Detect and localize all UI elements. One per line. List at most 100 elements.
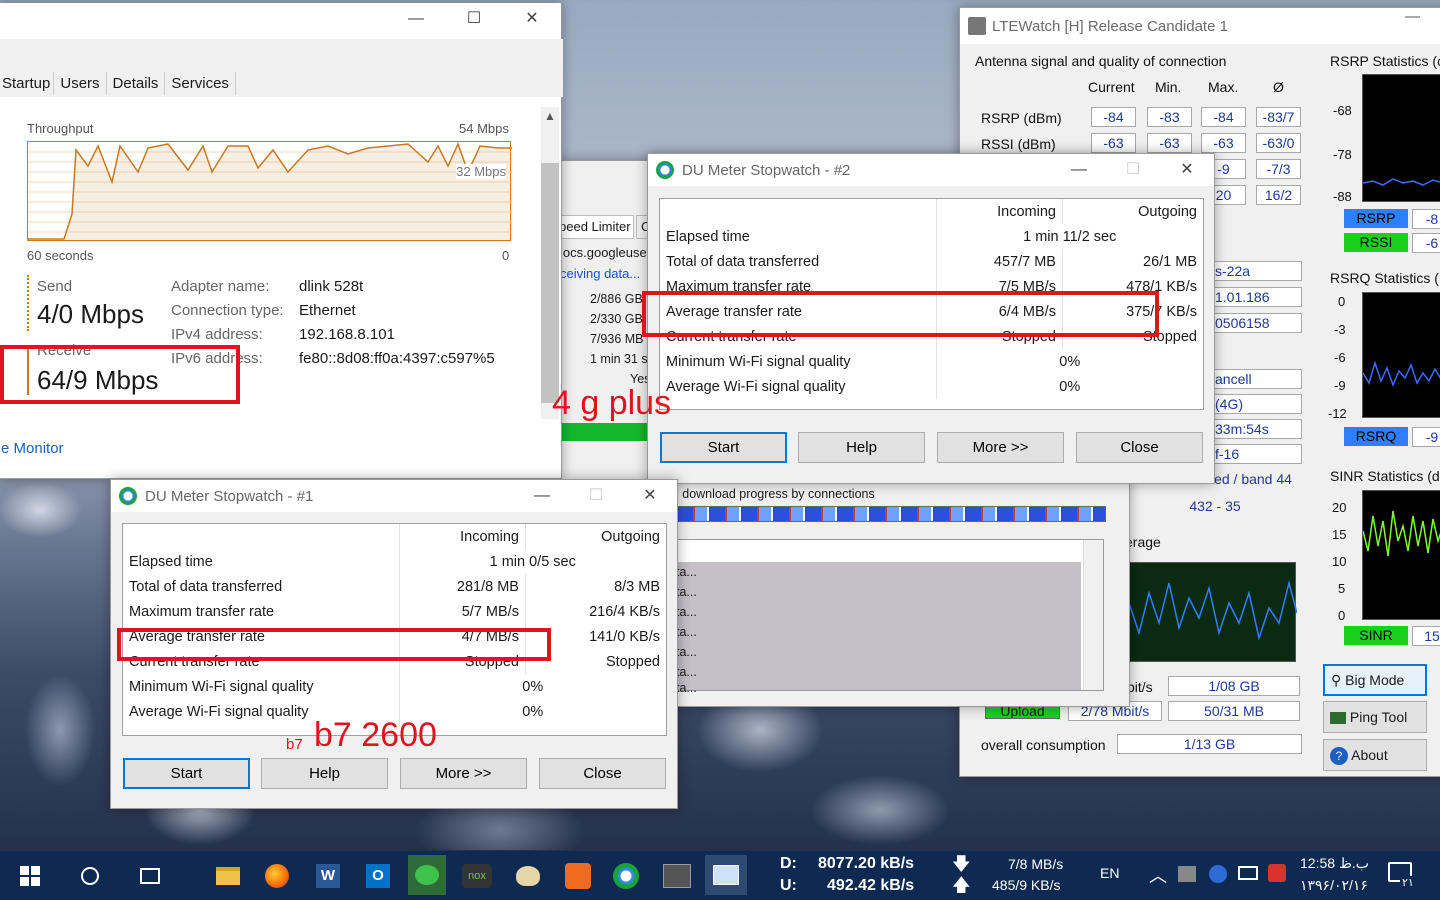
tm-scrollbar-thumb[interactable] bbox=[541, 163, 559, 403]
du1-total-label: Total of data transferred bbox=[123, 574, 400, 599]
minimize-icon[interactable]: — bbox=[1405, 8, 1420, 25]
rsrp-tick: -88 bbox=[1333, 189, 1352, 204]
app-orange-icon[interactable] bbox=[560, 858, 596, 894]
tm-max-label: 54 Mbps bbox=[459, 121, 509, 136]
clock-date[interactable]: ۱۳۹۶/۰۲/۱۶ bbox=[1300, 877, 1368, 894]
scroll-up-icon[interactable]: ▲ bbox=[544, 109, 556, 123]
dm-list-item: ta... bbox=[676, 645, 697, 659]
highlight-du1-average bbox=[117, 628, 551, 661]
network-tray-icon[interactable] bbox=[1238, 866, 1258, 880]
dm-list[interactable] bbox=[672, 539, 1104, 691]
language-indicator[interactable]: EN bbox=[1100, 865, 1119, 881]
cortana-search-icon[interactable] bbox=[72, 858, 108, 894]
tm-scrollbar[interactable]: ▲ bbox=[541, 107, 559, 419]
dm-connections-bar bbox=[676, 506, 1106, 522]
dm-tab-speed-limiter[interactable]: peed Limiter bbox=[556, 215, 634, 239]
rsrp-toggle-value: -8 bbox=[1412, 209, 1440, 229]
close-icon[interactable]: ✕ bbox=[503, 3, 561, 35]
du1-help-button[interactable]: Help bbox=[261, 758, 388, 789]
sinr-tick: 5 bbox=[1338, 581, 1346, 596]
du-meter-taskbar-icon[interactable] bbox=[608, 858, 644, 894]
lte-upload-total: 50/31 MB bbox=[1168, 701, 1300, 721]
du1-close-button[interactable]: Close bbox=[539, 758, 666, 789]
word-icon[interactable]: W bbox=[310, 858, 346, 894]
sinr-stats-lines bbox=[1362, 510, 1440, 557]
download-manager-icon[interactable] bbox=[408, 855, 446, 895]
lte-info: 0506158 bbox=[1210, 313, 1302, 333]
lte-row-label: RSSI (dBm) bbox=[981, 136, 1056, 152]
ltewatch-tray-icon[interactable] bbox=[1178, 866, 1196, 882]
lte-rssi-avg: -63/0 bbox=[1256, 133, 1301, 153]
rsrp-toggle-button[interactable]: RSRP bbox=[1344, 209, 1408, 228]
dm-list-scrollbar[interactable] bbox=[1083, 540, 1103, 690]
tab-details[interactable]: Details bbox=[107, 72, 166, 95]
rsrq-tick: -12 bbox=[1328, 406, 1347, 421]
tab-services[interactable]: Services bbox=[165, 72, 236, 95]
magnifier-icon: ⚲ bbox=[1331, 672, 1342, 688]
du1-start-button[interactable]: Start bbox=[123, 758, 250, 789]
du2-total-label: Total of data transferred bbox=[660, 249, 937, 274]
rsrq-tick: -6 bbox=[1334, 350, 1346, 365]
task-manager-taskbar-icon[interactable] bbox=[705, 855, 747, 895]
lte-rssi-current: -63 bbox=[1091, 133, 1136, 153]
sinr-toggle-button[interactable]: SINR bbox=[1344, 626, 1408, 645]
lte-col-current: Current bbox=[1088, 79, 1135, 95]
tab-users[interactable]: Users bbox=[54, 72, 107, 95]
dm-url: locs.googleuse bbox=[560, 245, 647, 260]
firefox-icon[interactable] bbox=[259, 858, 295, 894]
lte-rsrp-avg: -83/7 bbox=[1256, 107, 1301, 127]
tm-ipv4-value: 192.168.8.101 bbox=[299, 326, 395, 343]
tab-startup[interactable]: Startup bbox=[0, 72, 55, 95]
du1-more-button[interactable]: More >> bbox=[400, 758, 527, 789]
show-hidden-icons[interactable]: ︿ bbox=[1149, 862, 1167, 888]
file-explorer-icon[interactable] bbox=[210, 858, 246, 894]
net-up-value: 485/9 KB/s bbox=[992, 877, 1061, 893]
clock-time[interactable]: 12:58 ب.ظ bbox=[1300, 855, 1369, 872]
lte-average-graph-lines bbox=[1128, 580, 1298, 641]
about-label: About bbox=[1351, 747, 1388, 763]
maximize-icon[interactable]: ☐ bbox=[445, 3, 503, 35]
lte-col-max: Max. bbox=[1208, 79, 1239, 95]
sinr-tick: 10 bbox=[1332, 554, 1347, 569]
task-view-icon[interactable] bbox=[132, 858, 168, 894]
ltewatch-titlebar[interactable]: LTEWatch [H] Release Candidate 1 — bbox=[960, 8, 1440, 44]
rssi-toggle-button[interactable]: RSSI bbox=[1344, 233, 1408, 252]
du2-elapsed: 1 min 11/2 sec bbox=[1023, 228, 1117, 245]
about-button[interactable]: ? About bbox=[1323, 739, 1427, 771]
du2-more-button[interactable]: More >> bbox=[937, 432, 1064, 463]
rsrp-stats-title: RSRP Statistics (c bbox=[1330, 53, 1440, 69]
du2-help-button[interactable]: Help bbox=[798, 432, 925, 463]
big-mode-button[interactable]: ⚲ Big Mode bbox=[1323, 664, 1427, 696]
minimize-icon[interactable]: — bbox=[515, 480, 569, 512]
lte-info: (4G) bbox=[1210, 394, 1302, 414]
du2-start-button[interactable]: Start bbox=[660, 432, 787, 463]
minimize-icon[interactable]: — bbox=[387, 3, 445, 35]
minimize-icon[interactable]: — bbox=[1052, 154, 1106, 186]
close-icon[interactable]: ✕ bbox=[1160, 154, 1214, 186]
windows-start-icon[interactable] bbox=[12, 858, 48, 894]
globe-tray-icon[interactable] bbox=[1209, 865, 1227, 883]
resource-monitor-link[interactable]: e Monitor bbox=[1, 440, 64, 457]
sinr-stats-graph bbox=[1362, 490, 1440, 620]
nox-icon[interactable]: nox bbox=[459, 858, 495, 894]
paint-icon[interactable] bbox=[510, 858, 546, 894]
ltewatch-taskbar-icon[interactable] bbox=[659, 858, 695, 894]
lte-partial-avg: -7/3 bbox=[1256, 159, 1301, 179]
close-icon[interactable]: ✕ bbox=[623, 480, 677, 512]
lte-overall-label: overall consumption bbox=[981, 737, 1106, 753]
sinr-tick: 15 bbox=[1332, 527, 1347, 542]
maximize-icon[interactable]: ☐ bbox=[569, 480, 623, 512]
rsrq-toggle-button[interactable]: RSRQ bbox=[1344, 427, 1408, 446]
tm-ipv6-value: fe80::8d08:ff0a:4397:c597%5 bbox=[299, 350, 495, 367]
ping-tool-button[interactable]: Ping Tool bbox=[1323, 701, 1427, 733]
dm-status: ceiving data... bbox=[560, 266, 641, 281]
outlook-icon[interactable]: O bbox=[360, 858, 396, 894]
du-meter-app-icon bbox=[119, 487, 137, 505]
persian-keyboard-tray-icon[interactable] bbox=[1268, 864, 1286, 882]
du2-col-outgoing: Outgoing bbox=[1138, 203, 1197, 220]
du2-close-button[interactable]: Close bbox=[1076, 432, 1203, 463]
du2-elapsed-label: Elapsed time bbox=[660, 224, 937, 249]
rsrq-stats-lines bbox=[1362, 360, 1440, 388]
maximize-icon[interactable]: ☐ bbox=[1106, 154, 1160, 186]
rsrq-tick: -9 bbox=[1334, 378, 1346, 393]
